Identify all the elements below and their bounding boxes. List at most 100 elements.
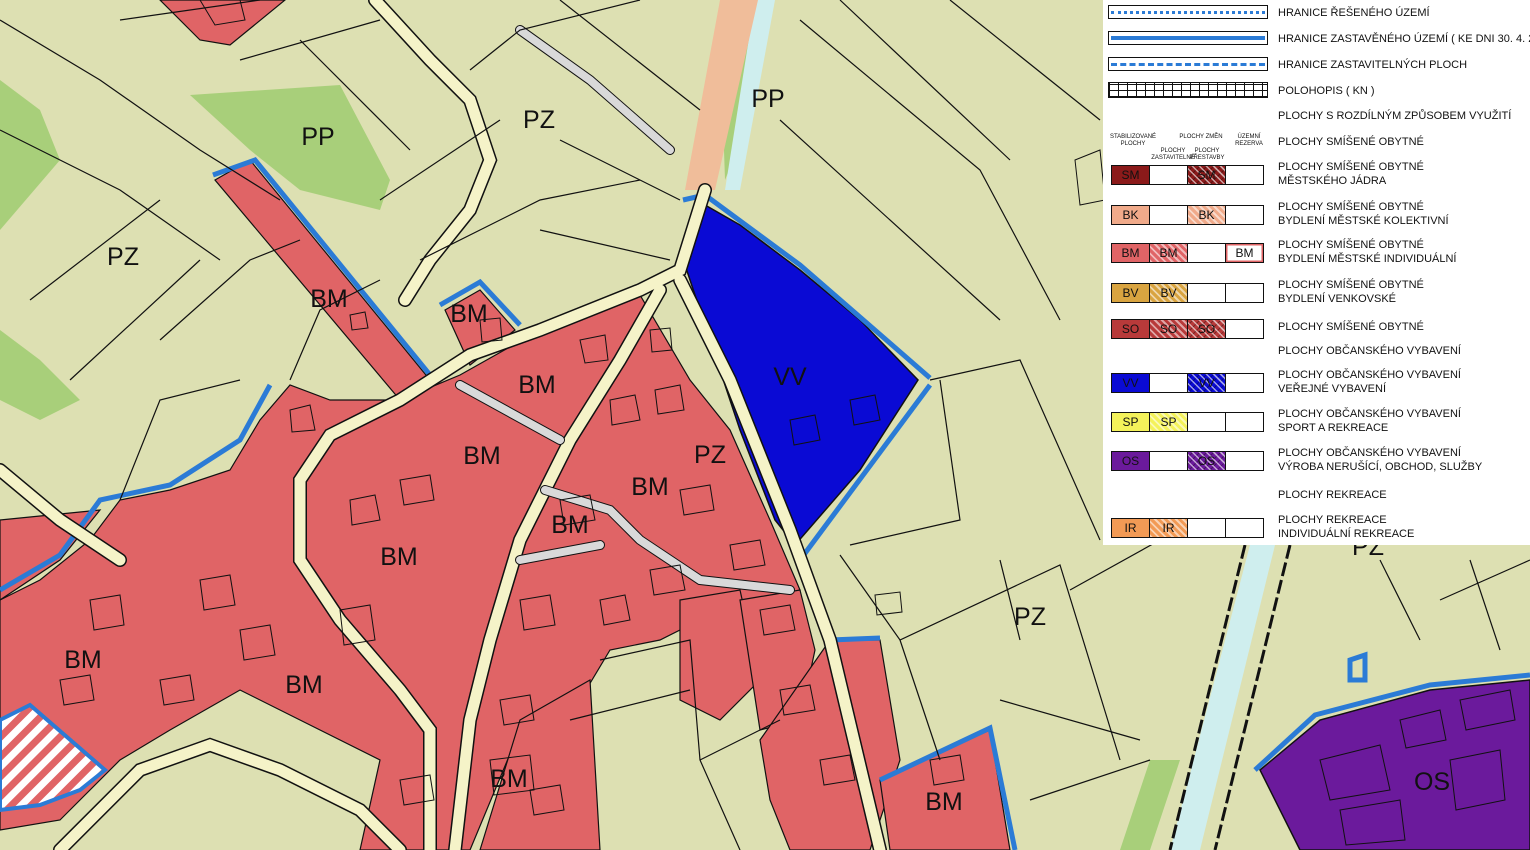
legend-swatch-label: PLOCHY OBČANSKÉHO VYBAVENÍ [1278,408,1461,420]
zone-label: VV [773,363,807,391]
legend-section-title: PLOCHY S ROZDÍLNÝM ZPŮSOBEM VYUŽITÍ [1278,110,1512,122]
zone-label: BM [310,285,348,313]
legend-swatch: SO SO SO [1111,319,1264,339]
legend-swatch-label: PLOCHY OBČANSKÉHO VYBAVENÍ [1278,447,1461,459]
legend-swatch-label: PLOCHY SMÍŠENÉ OBYTNÉ [1278,321,1424,333]
legend-swatch: VV VV [1111,373,1264,393]
zone-label: BM [631,473,669,501]
legend-swatch-row: IR IR PLOCHY REKREACE INDIVIDUÁLNÍ REKREACE [1103,514,1530,543]
legend-swatch-row: BM BM BM PLOCHY SMÍŠENÉ OBYTNÉ BYDLENÍ MĚSTS… [1103,239,1530,268]
legend-swatch-cell [1188,284,1226,302]
legend-swatch-cell [1226,374,1263,392]
legend-swatch-cell: BM [1226,244,1263,262]
zone-label: BM [463,442,501,470]
legend-swatch-cell [1188,244,1226,262]
legend-swatch-cell [1188,413,1226,431]
legend-swatch-cell: SO [1188,320,1226,338]
legend-swatch: SP SP [1111,412,1264,432]
legend-swatch-cell [1150,452,1188,470]
legend-swatch-cell: BV [1112,284,1150,302]
legend-swatch-label: PLOCHY REKREACE [1278,514,1387,526]
legend-swatch-sublabel: VÝROBA NERUŠÍCÍ, OBCHOD, SLUŽBY [1278,461,1483,473]
legend-swatch-cell: BM [1112,244,1150,262]
legend-swatch-cell: SM [1188,166,1226,184]
legend-swatch: BK BK [1111,205,1264,225]
legend-category-heading: PLOCHY SMÍŠENÉ OBYTNÉ [1103,135,1530,163]
legend-swatch-row: SO SO SO PLOCHY SMÍŠENÉ OBYTNÉ [1103,316,1530,344]
legend-line-label: HRANICE ZASTAVĚNÉHO ÚZEMÍ ( KE DNI 30. 4… [1278,33,1530,45]
legend-swatch-sublabel: BYDLENÍ MĚSTSKÉ INDIVIDUÁLNÍ [1278,253,1457,265]
zone-label: PZ [107,243,139,271]
legend-swatch-cell: SO [1150,320,1188,338]
legend-category-label: PLOCHY SMÍŠENÉ OBYTNÉ [1278,136,1424,148]
legend-swatch-cell [1226,284,1263,302]
zone-label: BM [64,646,102,674]
legend-swatch-cell: OS [1112,452,1150,470]
legend-swatch-cell: SO [1112,320,1150,338]
cadastral-pattern-icon [1108,82,1268,98]
legend-swatch-cell: IR [1112,519,1150,537]
legend-swatch-cell: IR [1150,519,1188,537]
legend-swatch-cell [1226,413,1263,431]
legend-swatch-cell [1226,206,1263,224]
legend-swatch-row: SM SM PLOCHY SMÍŠENÉ OBYTNÉ MĚSTSKÉHO JÁDRA [1103,161,1530,190]
legend-swatch-cell [1226,519,1263,537]
legend-category-heading: PLOCHY REKREACE [1103,488,1530,516]
legend-line-label: POLOHOPIS ( KN ) [1278,85,1375,97]
legend-swatch-cell [1150,206,1188,224]
legend-swatch-cell [1226,166,1263,184]
legend-line-label: HRANICE ŘEŠENÉHO ÚZEMÍ [1278,7,1430,19]
legend-line-row: HRANICE ŘEŠENÉHO ÚZEMÍ [1103,4,1530,20]
legend-swatch-sublabel: INDIVIDUÁLNÍ REKREACE [1278,528,1415,540]
legend-swatch-cell: BK [1112,206,1150,224]
zone-label: PZ [694,441,726,469]
legend-category-label: PLOCHY OBČANSKÉHO VYBAVENÍ [1278,345,1461,357]
legend-swatch-cell: SM [1112,166,1150,184]
legend-swatch: SM SM [1111,165,1264,185]
legend-swatch-row: BV BV PLOCHY SMÍŠENÉ OBYTNÉ BYDLENÍ VENKOVS… [1103,279,1530,308]
legend-line-row: HRANICE ZASTAVITELNÝCH PLOCH [1103,56,1530,72]
dotted-boundary-icon [1108,5,1268,19]
legend-swatch-cell [1150,166,1188,184]
legend-swatch-sublabel: SPORT A REKREACE [1278,422,1389,434]
legend-swatch-cell: VV [1112,374,1150,392]
zone-label: PZ [1014,603,1046,631]
dash-dot-boundary-icon [1108,57,1268,71]
legend-swatch-row: VV VV PLOCHY OBČANSKÉHO VYBAVENÍ VEŘEJNÉ VY… [1103,369,1530,398]
legend-swatch-cell [1226,452,1263,470]
zone-label: BM [551,511,589,539]
zone-label: PP [751,85,784,113]
legend-swatch-cell: BK [1188,206,1226,224]
legend-swatch-cell: OS [1188,452,1226,470]
legend-category-label: PLOCHY REKREACE [1278,489,1387,501]
legend-swatch-cell: SP [1112,413,1150,431]
legend-swatch-cell: BV [1150,284,1188,302]
legend-swatch-cell [1188,519,1226,537]
legend-swatch-cell: SP [1150,413,1188,431]
zone-label: OS [1414,768,1450,796]
legend-swatch-label: PLOCHY SMÍŠENÉ OBYTNÉ [1278,161,1424,173]
legend-swatch: OS OS [1111,451,1264,471]
zone-label: BM [450,300,488,328]
legend-line-row: POLOHOPIS ( KN ) [1103,81,1530,99]
legend-swatch-sublabel: BYDLENÍ MĚSTSKÉ KOLEKTIVNÍ [1278,215,1449,227]
legend-swatch-label: PLOCHY SMÍŠENÉ OBYTNÉ [1278,279,1424,291]
zone-label: BM [285,671,323,699]
legend-swatch-sublabel: MĚSTSKÉHO JÁDRA [1278,175,1387,187]
legend-line-label: HRANICE ZASTAVITELNÝCH PLOCH [1278,59,1468,71]
legend-swatch-row: SP SP PLOCHY OBČANSKÉHO VYBAVENÍ SPORT A RE… [1103,408,1530,437]
legend-swatch: BV BV [1111,283,1264,303]
legend-swatch-label: PLOCHY OBČANSKÉHO VYBAVENÍ [1278,369,1461,381]
zone-label: PP [301,123,334,151]
zone-label: PZ [523,106,555,134]
legend-swatch-sublabel: BYDLENÍ VENKOVSKÉ [1278,293,1396,305]
legend-swatch-cell: BM [1150,244,1188,262]
legend-swatch-cell: VV [1188,374,1226,392]
zone-label: BM [380,543,418,571]
map-legend: HRANICE ŘEŠENÉHO ÚZEMÍ HRANICE ZASTAVĚNÉ… [1103,0,1530,545]
legend-swatch: IR IR [1111,518,1264,538]
legend-swatch-cell [1150,374,1188,392]
double-line-boundary-icon [1108,31,1268,45]
zone-label: BM [518,371,556,399]
legend-line-row: HRANICE ZASTAVĚNÉHO ÚZEMÍ ( KE DNI 30. 4… [1103,30,1530,46]
